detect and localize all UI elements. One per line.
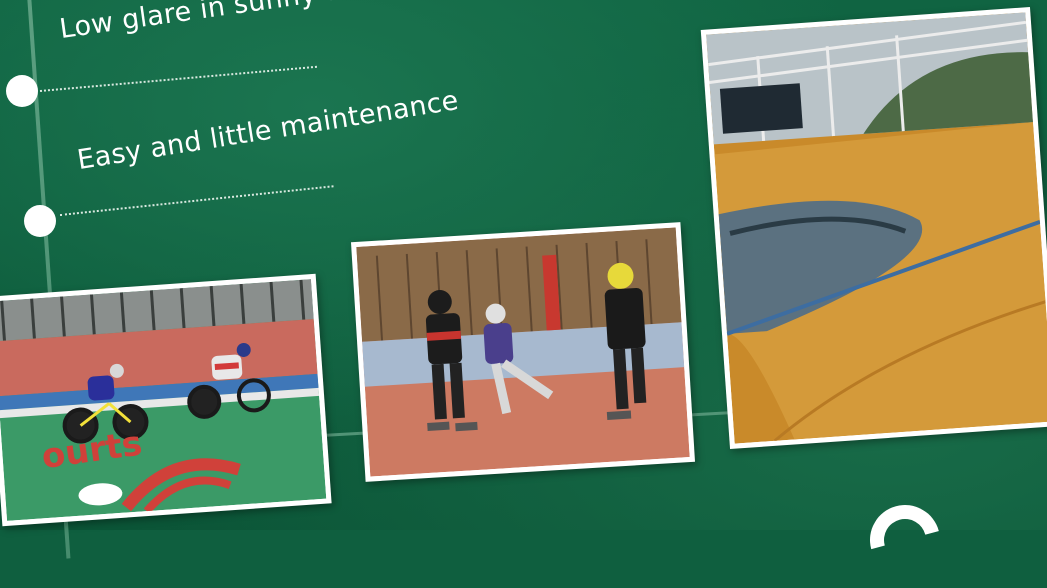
bullet-point-1 [6,75,38,107]
bullet-point-2 [24,205,56,237]
inline-skating-photo [350,222,696,482]
track-cycling-photo: ourts [0,273,332,527]
velodrome-photo [700,7,1047,449]
